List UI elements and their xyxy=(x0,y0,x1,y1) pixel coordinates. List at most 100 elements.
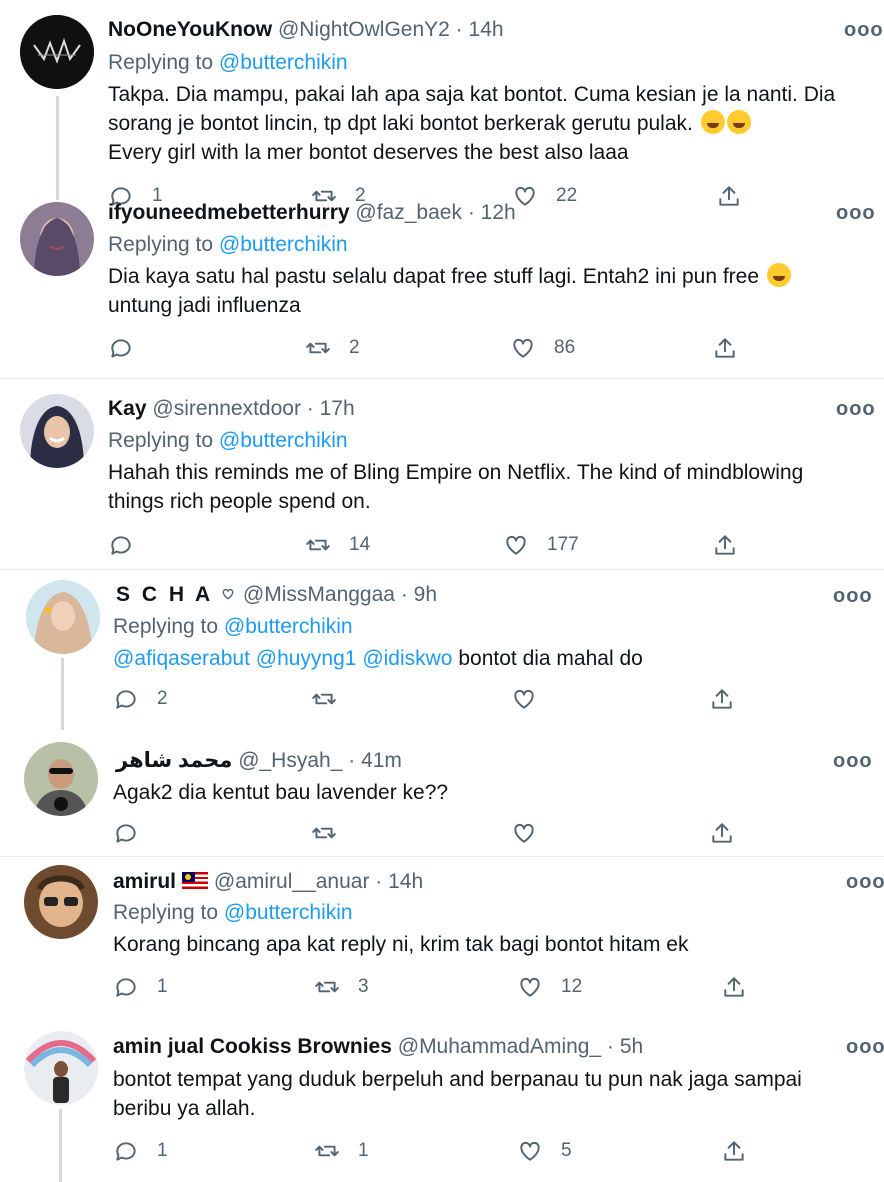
like-button[interactable]: 5 xyxy=(517,1138,572,1164)
replying-to: Replying to @butterchikin xyxy=(108,232,348,258)
user-handle[interactable]: @amirul__anuar xyxy=(214,870,370,893)
avatar[interactable] xyxy=(24,865,98,939)
loudly-crying-emoji xyxy=(766,263,791,287)
display-name[interactable]: ifyouneedmebetterhurry xyxy=(108,201,350,224)
user-handle[interactable]: @_Hsyah_ xyxy=(238,749,342,772)
tweet-text: Hahah this reminds me of Bling Empire on… xyxy=(108,458,878,516)
reply-button[interactable]: 1 xyxy=(113,974,168,1000)
avatar[interactable] xyxy=(20,202,94,276)
display-name[interactable]: NoOneYouKnow xyxy=(108,18,272,41)
tweet-text-line: Agak2 dia kentut bau lavender ke?? xyxy=(113,781,449,804)
timestamp[interactable]: 5h xyxy=(620,1035,643,1058)
reply-count: 1 xyxy=(157,976,168,997)
display-name[interactable]: amin jual Cookiss Brownies xyxy=(113,1035,392,1058)
share-button[interactable] xyxy=(709,686,735,712)
retweet-button[interactable] xyxy=(311,820,337,846)
timestamp[interactable]: 14h xyxy=(388,870,423,893)
tweet[interactable]: Kay @sirennextdoor · 17h ooo Replying to… xyxy=(0,379,884,569)
more-options-icon[interactable]: ooo xyxy=(846,1037,884,1057)
retweet-icon xyxy=(306,342,330,354)
share-button[interactable] xyxy=(721,974,747,1000)
tweet[interactable]: amin jual Cookiss Brownies @MuhammadAmin… xyxy=(0,1021,884,1182)
retweet-button[interactable]: 1 xyxy=(314,1138,369,1164)
retweet-button[interactable]: 2 xyxy=(305,335,360,361)
replying-label: Replying to xyxy=(108,429,214,452)
separator: · xyxy=(607,1035,614,1058)
mention-link[interactable]: @butterchikin xyxy=(224,615,353,638)
reply-icon xyxy=(111,339,131,358)
more-options-icon[interactable]: ooo xyxy=(833,751,873,771)
like-button[interactable]: 12 xyxy=(517,974,582,1000)
user-handle[interactable]: @MissManggaa xyxy=(243,583,395,606)
mention-link[interactable]: @huyyng1 xyxy=(256,647,357,670)
share-button[interactable] xyxy=(712,335,738,361)
like-button[interactable]: 86 xyxy=(510,335,575,361)
more-options-icon[interactable]: ooo xyxy=(833,586,873,606)
more-options-icon[interactable]: ooo xyxy=(836,399,876,419)
display-name[interactable]: amirul xyxy=(113,870,176,893)
replying-to: Replying to @butterchikin xyxy=(108,428,348,454)
share-icon xyxy=(715,338,735,358)
avatar[interactable] xyxy=(24,1031,98,1105)
mention-link[interactable]: @butterchikin xyxy=(219,51,348,74)
reply-button[interactable]: 2 xyxy=(113,686,168,712)
heart-icon xyxy=(514,823,534,843)
reply-button[interactable] xyxy=(108,335,134,361)
avatar[interactable] xyxy=(20,394,94,468)
share-button[interactable] xyxy=(721,1138,747,1164)
like-button[interactable]: 177 xyxy=(503,532,579,558)
avatar[interactable] xyxy=(26,580,100,654)
reply-button[interactable] xyxy=(113,820,139,846)
user-handle[interactable]: @MuhammadAming_ xyxy=(398,1035,601,1058)
display-name[interactable]: Kay xyxy=(108,397,147,420)
retweet-button[interactable]: 14 xyxy=(305,532,370,558)
timestamp[interactable]: 17h xyxy=(320,397,355,420)
share-icon xyxy=(724,1141,744,1161)
timestamp[interactable]: 12h xyxy=(481,201,516,224)
mention-link[interactable]: @afiqaserabut xyxy=(113,647,250,670)
reply-icon xyxy=(116,690,136,709)
display-name[interactable]: S C H A xyxy=(116,583,213,606)
share-icon xyxy=(715,535,735,555)
user-handle[interactable]: @NightOwlGenY2 xyxy=(278,18,450,41)
display-name[interactable]: محمد شاهر xyxy=(116,749,232,772)
tweet-header: S C H A @MissManggaa · 9h xyxy=(116,582,437,608)
more-options-icon[interactable]: ooo xyxy=(844,20,884,40)
reply-button[interactable] xyxy=(108,532,134,558)
mention-link[interactable]: @idiskwo xyxy=(362,647,452,670)
tweet[interactable]: محمد شاهر @_Hsyah_ · 41m ooo Agak2 dia k… xyxy=(0,730,884,856)
avatar-image xyxy=(26,580,100,654)
more-options-icon[interactable]: ooo xyxy=(836,203,876,223)
share-button[interactable] xyxy=(712,532,738,558)
like-button[interactable] xyxy=(511,686,537,712)
retweet-button[interactable] xyxy=(311,686,337,712)
timestamp[interactable]: 9h xyxy=(414,583,437,606)
separator: · xyxy=(375,870,383,893)
user-handle[interactable]: @faz_baek xyxy=(355,201,462,224)
tweet-header: amin jual Cookiss Brownies @MuhammadAmin… xyxy=(113,1034,643,1060)
separator: · xyxy=(455,18,463,41)
mention-link[interactable]: @butterchikin xyxy=(219,233,348,256)
avatar[interactable] xyxy=(20,15,94,89)
replying-to: Replying to @butterchikin xyxy=(108,50,348,76)
thread-line xyxy=(59,1109,62,1182)
more-options-icon[interactable]: ooo xyxy=(846,872,884,892)
tweet[interactable]: amirul @amirul__anuar · 14h ooo Replying… xyxy=(0,857,884,1021)
like-count: 12 xyxy=(561,976,583,997)
tweet[interactable]: NoOneYouKnow @NightOwlGenY2 · 14h ooo Re… xyxy=(0,0,884,206)
reply-button[interactable]: 1 xyxy=(113,1138,168,1164)
retweet-button[interactable]: 3 xyxy=(314,974,369,1000)
mention-link[interactable]: @butterchikin xyxy=(219,429,348,452)
like-button[interactable] xyxy=(511,820,537,846)
tweet-text-line: Korang bincang apa kat reply ni, krim ta… xyxy=(113,933,689,956)
tweet[interactable]: S C H A @MissManggaa · 9h ooo Replying t… xyxy=(0,570,884,730)
timestamp[interactable]: 41m xyxy=(361,749,402,772)
tweet-text: Dia kaya satu hal pastu selalu dapat fre… xyxy=(108,262,878,320)
share-button[interactable] xyxy=(709,820,735,846)
timestamp[interactable]: 14h xyxy=(469,18,504,41)
tweet[interactable]: ifyouneedmebetterhurry @faz_baek · 12h o… xyxy=(0,200,884,378)
user-handle[interactable]: @sirennextdoor xyxy=(152,397,301,420)
tweet-text: Takpa. Dia mampu, pakai lah apa saja kat… xyxy=(108,80,878,167)
avatar[interactable] xyxy=(24,742,98,816)
mention-link[interactable]: @butterchikin xyxy=(224,901,353,924)
